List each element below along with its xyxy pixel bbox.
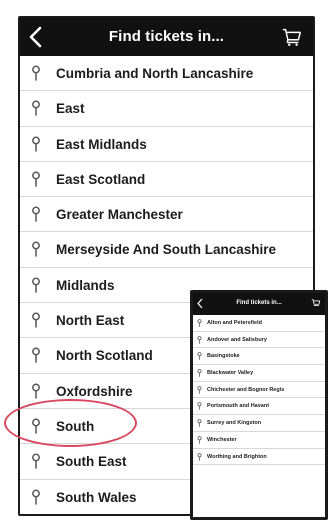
inset-item-label: Surrey and Kingston — [207, 420, 262, 427]
inset-item-label: Chichester and Bognor Regis — [207, 386, 285, 393]
cart-icon[interactable] — [281, 26, 303, 48]
region-label: East Midlands — [56, 136, 147, 152]
page-title: Find tickets in... — [108, 28, 225, 45]
location-pin-icon — [32, 136, 40, 152]
inset-item[interactable]: Winchester — [193, 432, 325, 449]
location-pin-icon — [32, 383, 40, 399]
inset-item[interactable]: Basingstoke — [193, 348, 325, 366]
location-pin-icon — [197, 402, 202, 411]
region-label: East — [56, 101, 85, 117]
location-pin-icon — [32, 489, 40, 505]
region-item[interactable]: East — [20, 91, 313, 127]
location-pin-icon — [32, 453, 40, 470]
region-label: East Scotland — [56, 171, 146, 187]
location-pin-icon — [32, 206, 40, 222]
location-pin-icon — [197, 436, 202, 444]
location-pin-icon — [32, 347, 40, 364]
region-label: North Scotland — [56, 348, 153, 364]
inset-header: Find tickets in... — [193, 293, 325, 315]
location-pin-icon — [197, 452, 202, 461]
inset-title: Find tickets in... — [236, 300, 282, 306]
inset-item-label: Andover and Salisbury — [207, 336, 267, 343]
inset-item[interactable]: Andover and Salisbury — [193, 332, 325, 349]
region-label: Greater Manchester — [56, 207, 183, 223]
location-pin-icon — [32, 171, 40, 187]
location-pin-icon — [32, 242, 40, 258]
location-pin-icon — [197, 419, 202, 427]
inset-item-label: Portsmouth and Havant — [207, 403, 270, 410]
region-item[interactable]: Cumbria and North Lancashire — [20, 56, 313, 92]
inset-item[interactable]: Surrey and Kingston — [193, 415, 325, 432]
inset-list: Alton and Petersfield Andover and Salisbu… — [193, 315, 325, 466]
chevron-left-icon[interactable] — [26, 25, 46, 49]
location-pin-icon — [32, 100, 40, 117]
inset-item[interactable]: Alton and Petersfield — [193, 315, 325, 332]
chevron-left-icon[interactable] — [196, 298, 204, 309]
inset-screen: Find tickets in... Alton and Petersfield… — [190, 290, 328, 520]
inset-item-label: Basingstoke — [207, 353, 240, 360]
cart-icon[interactable] — [311, 298, 321, 308]
inset-item-label: Alton and Petersfield — [207, 320, 263, 326]
location-pin-icon — [32, 65, 40, 81]
region-label: South Wales — [56, 489, 137, 505]
region-label: Oxfordshire — [56, 383, 133, 399]
inset-item-label: Winchester — [207, 436, 237, 443]
location-pin-icon — [197, 386, 202, 394]
region-item[interactable]: East Scotland — [20, 162, 313, 198]
inset-item-label: Worthing and Brighton — [207, 453, 267, 460]
location-pin-icon — [197, 352, 202, 361]
region-label: Merseyside And South Lancashire — [56, 242, 277, 258]
inset-item[interactable]: Chichester and Bognor Regis — [193, 382, 325, 399]
inset-item[interactable]: Portsmouth and Havant — [193, 398, 325, 416]
region-item[interactable]: East Midlands — [20, 127, 313, 162]
location-pin-icon — [197, 319, 202, 327]
region-label: South East — [56, 454, 127, 470]
location-pin-icon — [197, 369, 202, 377]
region-item[interactable]: Greater Manchester — [20, 197, 313, 233]
location-pin-icon — [32, 277, 40, 293]
region-item[interactable]: Merseyside And South Lancashire — [20, 232, 313, 268]
location-pin-icon — [197, 335, 202, 344]
inset-item[interactable]: Worthing and Brighton — [193, 449, 325, 466]
region-label: Cumbria and North Lancashire — [56, 66, 254, 81]
inset-item-label: Blackwater Valley — [207, 370, 254, 377]
region-label: South — [56, 418, 95, 434]
location-pin-icon — [32, 312, 40, 328]
inset-item[interactable]: Blackwater Valley — [193, 365, 325, 382]
region-label: North East — [56, 313, 125, 329]
region-label: Midlands — [56, 277, 115, 293]
app-header: Find tickets in... — [20, 18, 313, 56]
location-pin-icon — [32, 418, 40, 434]
